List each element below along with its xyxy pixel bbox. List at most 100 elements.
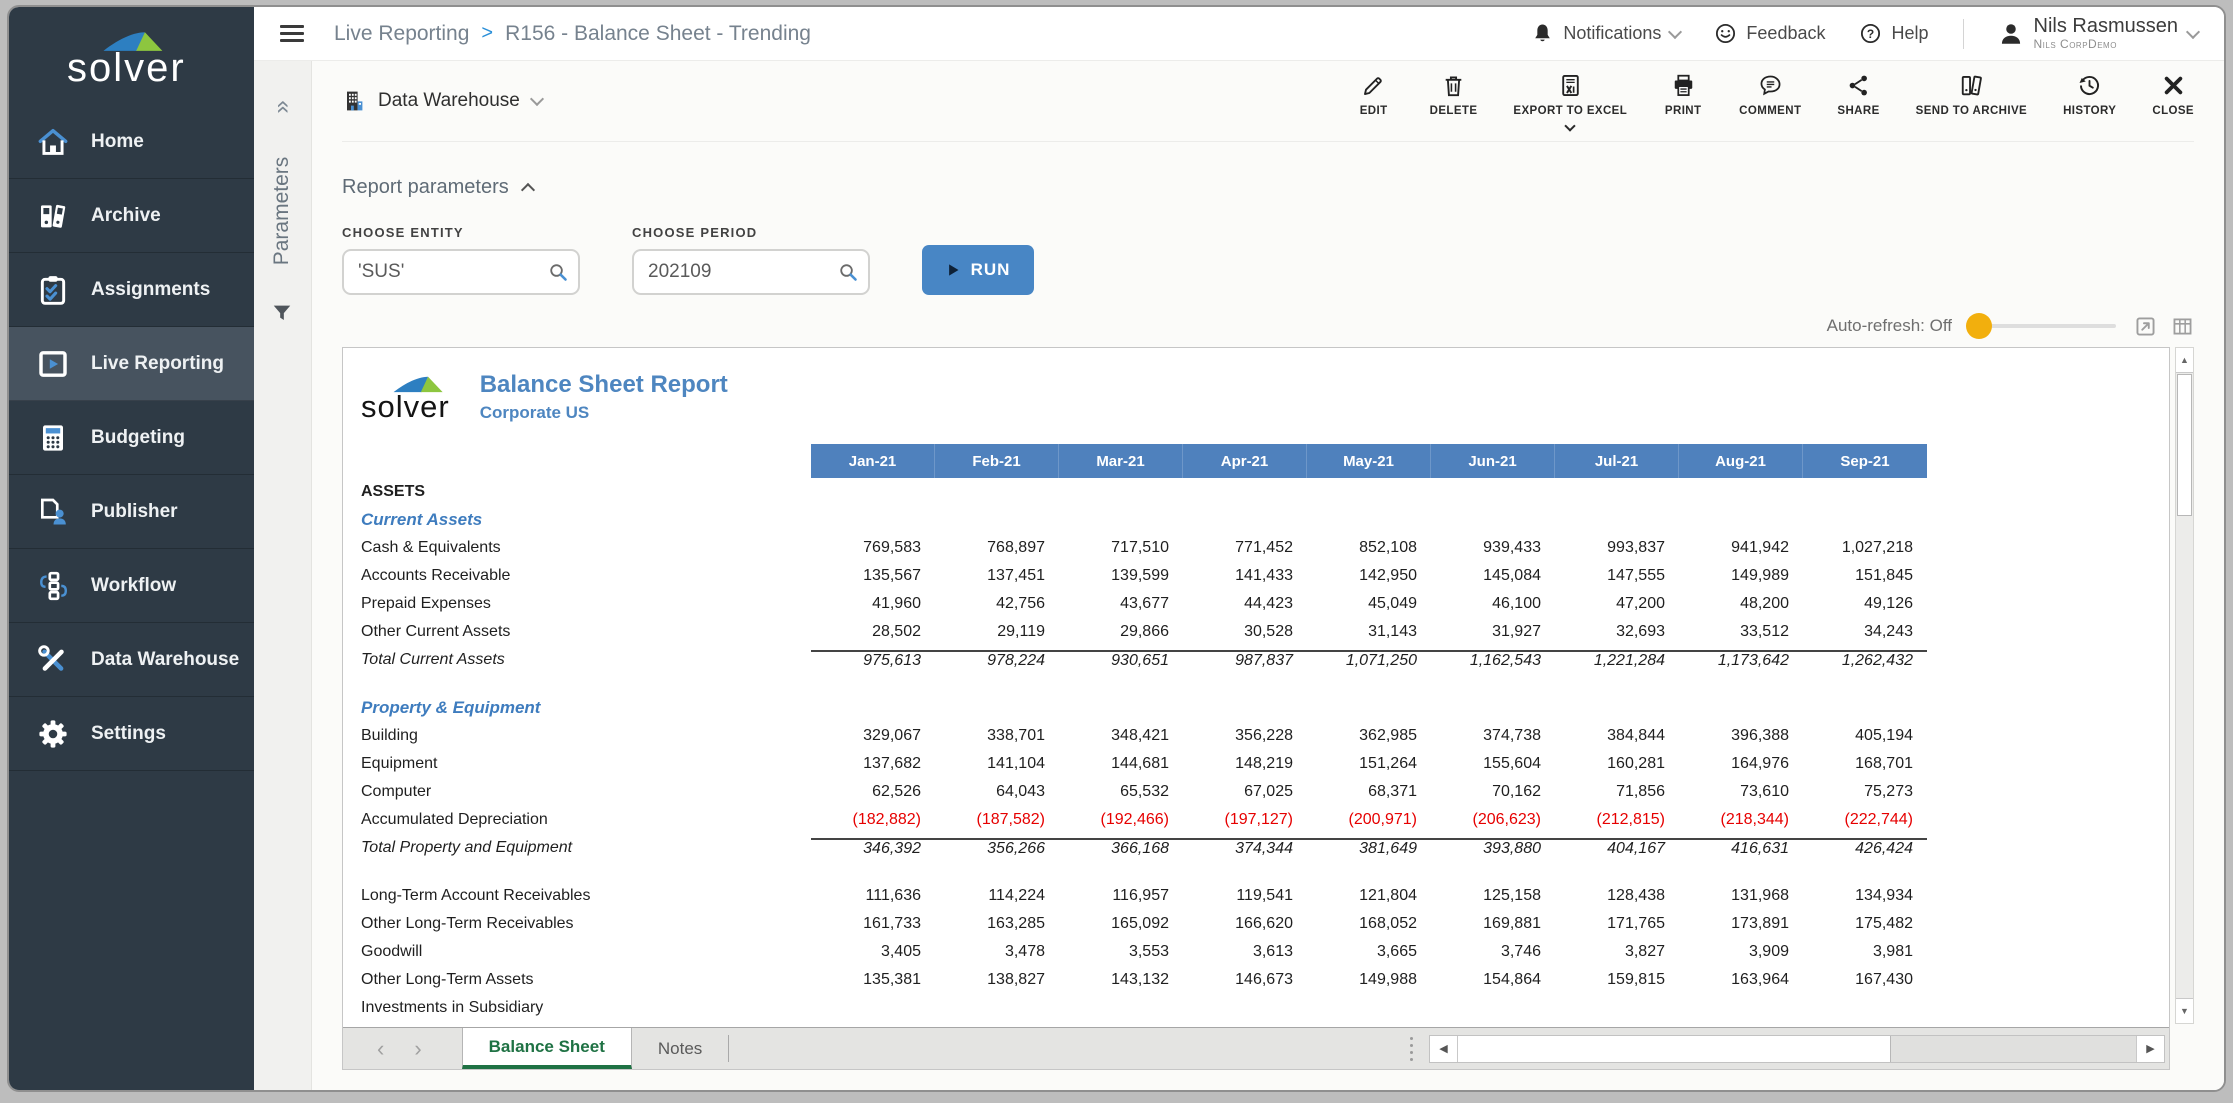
history-button[interactable]: HISTORY xyxy=(2063,73,2116,117)
comment-button[interactable]: COMMENT xyxy=(1739,73,1801,117)
auto-refresh-slider[interactable] xyxy=(1966,313,2116,339)
notifications-button[interactable]: Notifications xyxy=(1531,22,1680,45)
table-view-icon[interactable] xyxy=(2171,315,2194,338)
report-parameters-header[interactable]: Report parameters xyxy=(342,176,2194,199)
horizontal-scroll-track[interactable] xyxy=(1891,1036,2136,1062)
chevron-down-icon xyxy=(530,92,544,106)
sidebar-item-budgeting[interactable]: Budgeting xyxy=(9,401,254,475)
print-button[interactable]: PRINT xyxy=(1663,73,1703,117)
vertical-scroll-thumb[interactable] xyxy=(2177,374,2192,516)
play-icon xyxy=(946,262,961,278)
vertical-scroll-track[interactable] xyxy=(2176,517,2193,998)
delete-button[interactable]: DELETE xyxy=(1430,73,1478,117)
sidebar-item-live-reporting[interactable]: Live Reporting xyxy=(9,327,254,401)
tab-prev-icon[interactable]: ‹ xyxy=(377,1036,384,1062)
user-name: Nils Rasmussen xyxy=(2034,16,2178,37)
sidebar-item-archive[interactable]: Archive xyxy=(9,179,254,253)
user-menu[interactable]: Nils Rasmussen Nils CorpDemo xyxy=(1998,16,2198,51)
cell-value: 138,827 xyxy=(935,971,1059,989)
cell-value: 416,631 xyxy=(1679,840,1803,858)
sidebar-item-data-warehouse[interactable]: Data Warehouse xyxy=(9,623,254,697)
building-icon xyxy=(342,89,366,113)
chevron-down-icon xyxy=(1565,120,1576,131)
cell-value: 30,528 xyxy=(1183,623,1307,641)
cell-value: 111,636 xyxy=(811,887,935,905)
cell-value: 33,512 xyxy=(1679,623,1803,641)
send-to-archive-button[interactable]: SEND TO ARCHIVE xyxy=(1916,73,2027,117)
row-values: 161,733163,285165,092166,620168,052169,8… xyxy=(811,915,1927,933)
close-button[interactable]: CLOSE xyxy=(2152,73,2194,117)
sidebar-item-workflow[interactable]: Workflow xyxy=(9,549,254,623)
cell-value: 366,168 xyxy=(1059,840,1183,858)
scroll-up-icon[interactable]: ▲ xyxy=(2176,348,2193,373)
export-to-excel-button[interactable]: EXPORT TO EXCEL xyxy=(1513,73,1627,130)
cell-value: 404,167 xyxy=(1555,840,1679,858)
sidebar-item-publisher[interactable]: Publisher xyxy=(9,475,254,549)
cell-value: 121,804 xyxy=(1307,887,1431,905)
row-label: Accumulated Depreciation xyxy=(361,811,811,829)
cell-value: 75,273 xyxy=(1803,783,1927,801)
cell-value: (187,582) xyxy=(935,811,1059,829)
run-button-label: RUN xyxy=(971,260,1011,280)
sheet-tab-balance-sheet[interactable]: Balance Sheet xyxy=(462,1028,632,1069)
cell-value: 362,985 xyxy=(1307,727,1431,745)
column-header: Mar-21 xyxy=(1059,444,1183,478)
edit-button[interactable]: EDIT xyxy=(1354,73,1394,117)
expand-chevrons-icon[interactable]: » xyxy=(268,100,296,113)
tab-next-icon[interactable]: › xyxy=(414,1036,421,1062)
row-label: Total Property and Equipment xyxy=(361,839,811,857)
feedback-button[interactable]: Feedback xyxy=(1714,22,1825,45)
data-source-dropdown[interactable]: Data Warehouse xyxy=(342,89,542,113)
hamburger-menu-icon[interactable] xyxy=(280,25,304,42)
vertical-scrollbar[interactable]: ▲ ▼ xyxy=(2175,347,2194,1024)
sidebar-item-label: Home xyxy=(91,131,144,153)
cell-value: 164,976 xyxy=(1679,755,1803,773)
sidebar-item-label: Data Warehouse xyxy=(91,649,239,671)
sidebar-item-assignments[interactable]: Assignments xyxy=(9,253,254,327)
table-row-long-term-account-receivables: Long-Term Account Receivables111,636114,… xyxy=(361,882,2169,910)
scroll-left-icon[interactable]: ◀ xyxy=(1430,1036,1458,1062)
sheet-tab-notes[interactable]: Notes xyxy=(632,1028,728,1069)
report-sheet: solver Balance Sheet Report Corporate US… xyxy=(343,348,2169,1027)
sidebar-item-home[interactable]: Home xyxy=(9,105,254,179)
cell-value: 144,681 xyxy=(1059,755,1183,773)
cell-value: 769,583 xyxy=(811,539,935,557)
cell-value: 114,224 xyxy=(935,887,1059,905)
search-icon[interactable] xyxy=(547,261,569,283)
chevron-down-icon xyxy=(2186,24,2200,38)
row-label: Other Long-Term Receivables xyxy=(361,915,811,933)
search-icon[interactable] xyxy=(837,261,859,283)
filter-funnel-icon[interactable] xyxy=(271,302,293,324)
cell-value: 149,988 xyxy=(1307,971,1431,989)
sheet-tab-bar: ‹ › Balance SheetNotes ◀ ▶ xyxy=(343,1027,2169,1069)
period-input[interactable] xyxy=(632,249,870,295)
row-values: 135,567137,451139,599141,433142,950145,0… xyxy=(811,567,1927,585)
cell-value: 134,934 xyxy=(1803,887,1927,905)
table-spacer-row xyxy=(361,674,2169,694)
cell-value: 941,942 xyxy=(1679,539,1803,557)
share-button[interactable]: SHARE xyxy=(1837,73,1879,117)
breadcrumb-section[interactable]: Live Reporting xyxy=(334,22,469,46)
row-label: Long-Term Account Receivables xyxy=(361,887,811,905)
slider-knob[interactable] xyxy=(1966,313,1992,339)
cell-value: 32,693 xyxy=(1555,623,1679,641)
notifications-label: Notifications xyxy=(1563,23,1661,44)
cell-value: 48,200 xyxy=(1679,595,1803,613)
breadcrumb-separator: > xyxy=(481,22,493,45)
sidebar-item-settings[interactable]: Settings xyxy=(9,697,254,771)
horizontal-scrollbar[interactable]: ◀ ▶ xyxy=(1429,1035,2165,1063)
horizontal-scroll-thumb[interactable] xyxy=(1458,1036,1891,1062)
scroll-right-icon[interactable]: ▶ xyxy=(2136,1036,2164,1062)
splitter-handle-icon[interactable] xyxy=(1410,1028,1413,1069)
entity-input[interactable] xyxy=(342,249,580,295)
popout-icon[interactable] xyxy=(2134,315,2157,338)
auto-refresh-row: Auto-refresh: Off xyxy=(342,311,2194,341)
cell-value: 175,482 xyxy=(1803,915,1927,933)
cell-value: 68,371 xyxy=(1307,783,1431,801)
help-button[interactable]: Help xyxy=(1859,22,1928,45)
run-button[interactable]: RUN xyxy=(922,245,1034,295)
scroll-down-icon[interactable]: ▼ xyxy=(2176,998,2193,1023)
cell-value: 1,262,432 xyxy=(1803,652,1927,670)
cell-value: 139,599 xyxy=(1059,567,1183,585)
cell-value: 852,108 xyxy=(1307,539,1431,557)
